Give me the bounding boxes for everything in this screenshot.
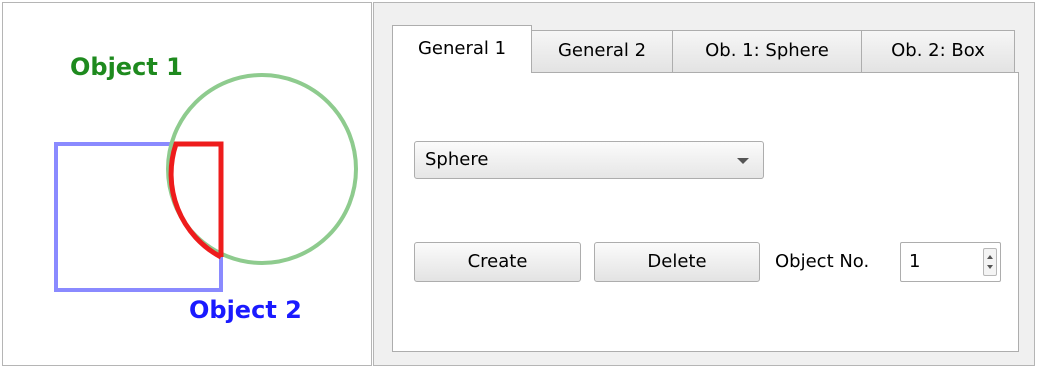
object2-label: Object 2 [189,296,302,324]
object1-label: Object 1 [70,53,183,81]
tab-panel-general-1: Sphere Create Delete Object No. 1 [392,72,1019,352]
object-number-label: Object No. [775,251,870,272]
box-object-shape [54,142,223,292]
tab-object-1-sphere[interactable]: Ob. 1: Sphere [672,30,862,72]
object-number-value: 1 [909,251,921,272]
scene-drawing [54,73,358,292]
chevron-down-icon [737,158,749,164]
object-type-dropdown[interactable]: Sphere [414,141,764,179]
intersection-shape [168,141,224,260]
tab-general-2[interactable]: General 2 [531,30,673,72]
object-type-selected-value: Sphere [425,149,489,170]
create-button[interactable]: Create [414,242,581,282]
scene-canvas: Object 1 Object 2 [2,2,372,366]
object-number-spinbox[interactable]: 1 [900,242,1001,282]
object-settings-window: General 1 General 2 Ob. 1: Sphere Ob. 2:… [373,2,1035,366]
delete-button[interactable]: Delete [594,242,760,282]
spin-up-icon[interactable] [987,255,993,259]
spin-buttons [983,248,997,276]
tab-general-1[interactable]: General 1 [392,25,532,73]
tab-object-2-box[interactable]: Ob. 2: Box [861,30,1015,72]
spin-down-icon[interactable] [987,265,993,269]
